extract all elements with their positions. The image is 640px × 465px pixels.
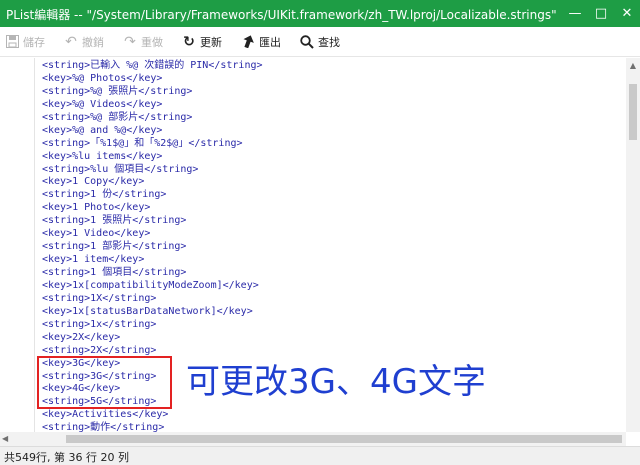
status-text: 共549行, 第 36 行 20 列 <box>4 451 129 464</box>
code-line: <string>1 張照片</string> <box>42 215 187 227</box>
export-button[interactable]: 匯出 <box>240 34 281 50</box>
code-line: <string>%@ 部影片</string> <box>42 111 193 123</box>
save-label: 儲存 <box>23 35 45 49</box>
refresh-label: 更新 <box>200 35 222 49</box>
code-line: <key>Activities</key> <box>42 409 169 421</box>
code-line: <key>%lu items</key> <box>42 150 163 162</box>
undo-button[interactable]: ↶ 撤銷 <box>63 34 104 50</box>
vertical-scrollbar[interactable]: ▲ <box>626 58 640 432</box>
redo-button[interactable]: ↷ 重做 <box>122 34 163 50</box>
undo-icon: ↶ <box>65 33 77 50</box>
code-line: <key>1x[compatibilityModeZoom]</key> <box>42 279 259 291</box>
find-label: 查找 <box>318 35 340 49</box>
search-icon <box>299 34 315 50</box>
window-controls: — □ ✕ <box>562 0 640 27</box>
code-line: <string>已輸入 %@ 次錯誤的 PIN</string> <box>42 60 263 71</box>
code-line: <key>1 Video</key> <box>42 228 151 240</box>
toolbar: 儲存 ↶ 撤銷 ↷ 重做 ↻ 更新 匯出 查找 <box>0 27 640 57</box>
code-line: <string>1 個項目</string> <box>42 267 187 278</box>
save-icon <box>4 34 20 50</box>
window-title: PList編輯器 -- "/System/Library/Frameworks/… <box>6 8 557 22</box>
undo-label: 撤銷 <box>82 35 104 49</box>
export-label: 匯出 <box>259 35 281 49</box>
horizontal-scrollbar[interactable]: ◀ <box>0 432 626 446</box>
export-icon <box>240 34 256 50</box>
minimize-icon[interactable]: — <box>562 0 588 27</box>
code-line: <key>1x[statusBarDataNetwork]</key> <box>42 305 253 317</box>
code-line: <string>1 份</string> <box>42 189 167 201</box>
refresh-icon: ↻ <box>183 33 195 50</box>
code-line: <string>1 部影片</string> <box>42 241 187 253</box>
redo-icon: ↷ <box>124 33 136 50</box>
save-button[interactable]: 儲存 <box>4 34 45 50</box>
code-line: <string>1x</string> <box>42 318 157 330</box>
horizontal-scroll-thumb[interactable] <box>66 435 622 443</box>
code-line: <key>%@ and %@</key> <box>42 124 163 136</box>
annotation-text: 可更改3G、4G文字 <box>186 362 486 402</box>
close-icon[interactable]: ✕ <box>614 0 640 27</box>
code-line: <key>2X</key> <box>42 331 121 343</box>
find-button[interactable]: 查找 <box>299 34 340 50</box>
vertical-scroll-thumb[interactable] <box>629 84 637 140</box>
code-line: <string>%lu 個項目</string> <box>42 163 199 175</box>
code-line: <string>1X</string> <box>42 292 157 304</box>
gutter-divider <box>34 58 35 432</box>
code-line: <string>動作</string> <box>42 422 165 432</box>
code-line: <key>%@ Videos</key> <box>42 98 163 110</box>
status-bar: 共549行, 第 36 行 20 列 <box>0 446 640 465</box>
code-line: <string>%@ 張照片</string> <box>42 85 193 97</box>
title-bar: PList編輯器 -- "/System/Library/Frameworks/… <box>0 0 640 27</box>
refresh-button[interactable]: ↻ 更新 <box>181 34 222 50</box>
code-line: <string>「%1$@」和「%2$@」</string> <box>42 137 243 149</box>
redo-label: 重做 <box>141 35 163 49</box>
scroll-up-icon[interactable]: ▲ <box>626 58 640 72</box>
code-line: <key>1 Photo</key> <box>42 202 151 214</box>
code-line: <key>1 item</key> <box>42 254 145 266</box>
maximize-icon[interactable]: □ <box>588 0 614 27</box>
code-line: <key>%@ Photos</key> <box>42 72 163 84</box>
code-line: <key>1 Copy</key> <box>42 176 145 188</box>
scroll-left-icon[interactable]: ◀ <box>2 432 8 446</box>
annotation-highlight-box <box>37 356 172 409</box>
